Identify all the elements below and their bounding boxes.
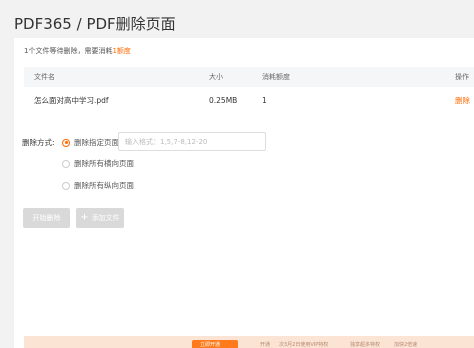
upgrade-button-label: 立即开通 (200, 342, 221, 348)
col-credits: 消耗额度 (262, 73, 290, 81)
page-title: PDF365 / PDF删除页面 (14, 15, 176, 33)
plus-icon: + (80, 212, 89, 223)
table-row: 怎么面对高中学习.pdf 0.25MB 1 删除 (24, 90, 474, 112)
option-delete-landscape[interactable]: 删除所有横向页面 (62, 158, 134, 169)
promo-text-1: 开通 (260, 342, 271, 348)
col-filename: 文件名 (34, 73, 55, 81)
add-file-label: 添加文件 (91, 214, 120, 222)
file-name: 怎么面对高中学习.pdf (34, 96, 109, 105)
delete-mode-label: 删除方式: (22, 138, 55, 147)
pending-notice: 1个文件等待删除，需要消耗1额度 (24, 46, 131, 56)
col-action: 操作 (455, 73, 469, 81)
option-label: 删除指定页面 (74, 138, 119, 147)
promo-text-3: 独享超多特权 (350, 342, 381, 348)
file-size: 0.25MB (209, 96, 238, 105)
radio-icon-selected[interactable] (62, 138, 70, 147)
col-size: 大小 (209, 73, 223, 81)
vip-promo-bar: 立即开通 开通 次3月2日使用VIP特权 独享超多特权 加快2倍速 (24, 336, 474, 348)
option-delete-specified[interactable]: 删除指定页面 (62, 137, 119, 148)
notice-text: 1个文件等待删除，需要消耗 (24, 47, 113, 55)
radio-icon[interactable] (62, 181, 70, 190)
page-range-input[interactable] (118, 132, 266, 151)
start-delete-button[interactable]: 开始删除 (23, 208, 70, 228)
option-label: 删除所有纵向页面 (74, 181, 134, 190)
add-file-button[interactable]: + 添加文件 (76, 208, 124, 228)
promo-text-4: 加快2倍速 (394, 342, 418, 348)
option-label: 删除所有横向页面 (74, 159, 134, 168)
delete-file-link[interactable]: 删除 (455, 90, 470, 112)
file-credits: 1 (262, 96, 267, 105)
option-delete-portrait[interactable]: 删除所有纵向页面 (62, 180, 134, 191)
promo-text-2: 次3月2日使用VIP特权 (279, 342, 329, 348)
table-header: 文件名 大小 消耗额度 操作 (24, 67, 474, 87)
notice-credits: 1额度 (112, 47, 131, 55)
main-panel: 1个文件等待删除，需要消耗1额度 文件名 大小 消耗额度 操作 怎么面对高中学习… (14, 38, 474, 348)
radio-icon[interactable] (62, 159, 70, 168)
